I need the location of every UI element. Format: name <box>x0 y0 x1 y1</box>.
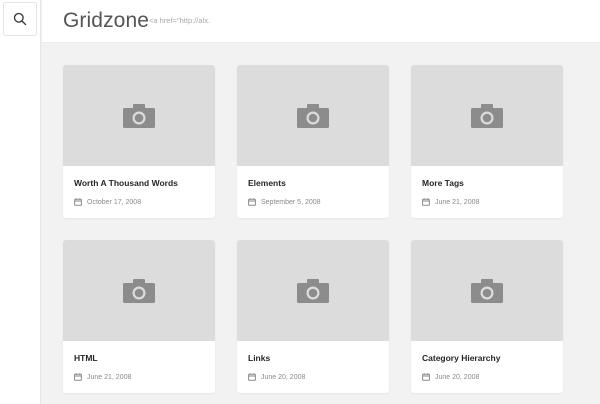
post-thumbnail[interactable] <box>237 240 389 341</box>
post-card[interactable]: More Tags June 21, 2008 <box>411 65 563 218</box>
sidebar <box>0 0 41 404</box>
post-thumbnail[interactable] <box>237 65 389 166</box>
post-date: June 21, 2008 <box>74 373 131 381</box>
post-date-text: June 20, 2008 <box>435 373 480 381</box>
search-icon <box>13 12 27 26</box>
post-card[interactable]: HTML June 21, 2008 <box>63 240 215 393</box>
site-header: Gridzone <a href="http://alx. <box>42 0 600 43</box>
post-card[interactable]: Category Hierarchy June 20, 2008 <box>411 240 563 393</box>
post-thumbnail[interactable] <box>411 65 563 166</box>
post-title[interactable]: Links <box>248 353 270 363</box>
post-title[interactable]: Elements <box>248 178 286 188</box>
post-date-text: September 5, 2008 <box>261 198 321 206</box>
camera-icon <box>297 103 329 128</box>
site-title[interactable]: Gridzone <box>63 9 149 33</box>
post-date: June 21, 2008 <box>422 198 479 206</box>
camera-icon <box>123 278 155 303</box>
post-date: September 5, 2008 <box>248 198 321 206</box>
post-date-text: June 21, 2008 <box>435 198 480 206</box>
post-grid: Worth A Thousand Words October 17, 2008 … <box>42 43 600 404</box>
post-date: June 20, 2008 <box>422 373 479 381</box>
calendar-icon <box>422 198 430 206</box>
post-title[interactable]: Worth A Thousand Words <box>74 178 178 188</box>
post-thumbnail[interactable] <box>63 240 215 341</box>
post-date: June 20, 2008 <box>248 373 305 381</box>
post-thumbnail[interactable] <box>63 65 215 166</box>
post-date-text: June 20, 2008 <box>261 373 306 381</box>
post-title[interactable]: HTML <box>74 353 98 363</box>
calendar-icon <box>248 373 256 381</box>
camera-icon <box>471 103 503 128</box>
site-tagline: <a href="http://alx. <box>149 16 211 25</box>
calendar-icon <box>74 198 82 206</box>
post-card[interactable]: Worth A Thousand Words October 17, 2008 <box>63 65 215 218</box>
calendar-icon <box>422 373 430 381</box>
calendar-icon <box>248 198 256 206</box>
post-date: October 17, 2008 <box>74 198 141 206</box>
post-title[interactable]: Category Hierarchy <box>422 353 500 363</box>
camera-icon <box>471 278 503 303</box>
calendar-icon <box>74 373 82 381</box>
search-button[interactable] <box>3 2 37 36</box>
camera-icon <box>297 278 329 303</box>
post-date-text: October 17, 2008 <box>87 198 142 206</box>
post-date-text: June 21, 2008 <box>87 373 132 381</box>
post-card[interactable]: Elements September 5, 2008 <box>237 65 389 218</box>
post-thumbnail[interactable] <box>411 240 563 341</box>
post-title[interactable]: More Tags <box>422 178 464 188</box>
camera-icon <box>123 103 155 128</box>
post-card[interactable]: Links June 20, 2008 <box>237 240 389 393</box>
